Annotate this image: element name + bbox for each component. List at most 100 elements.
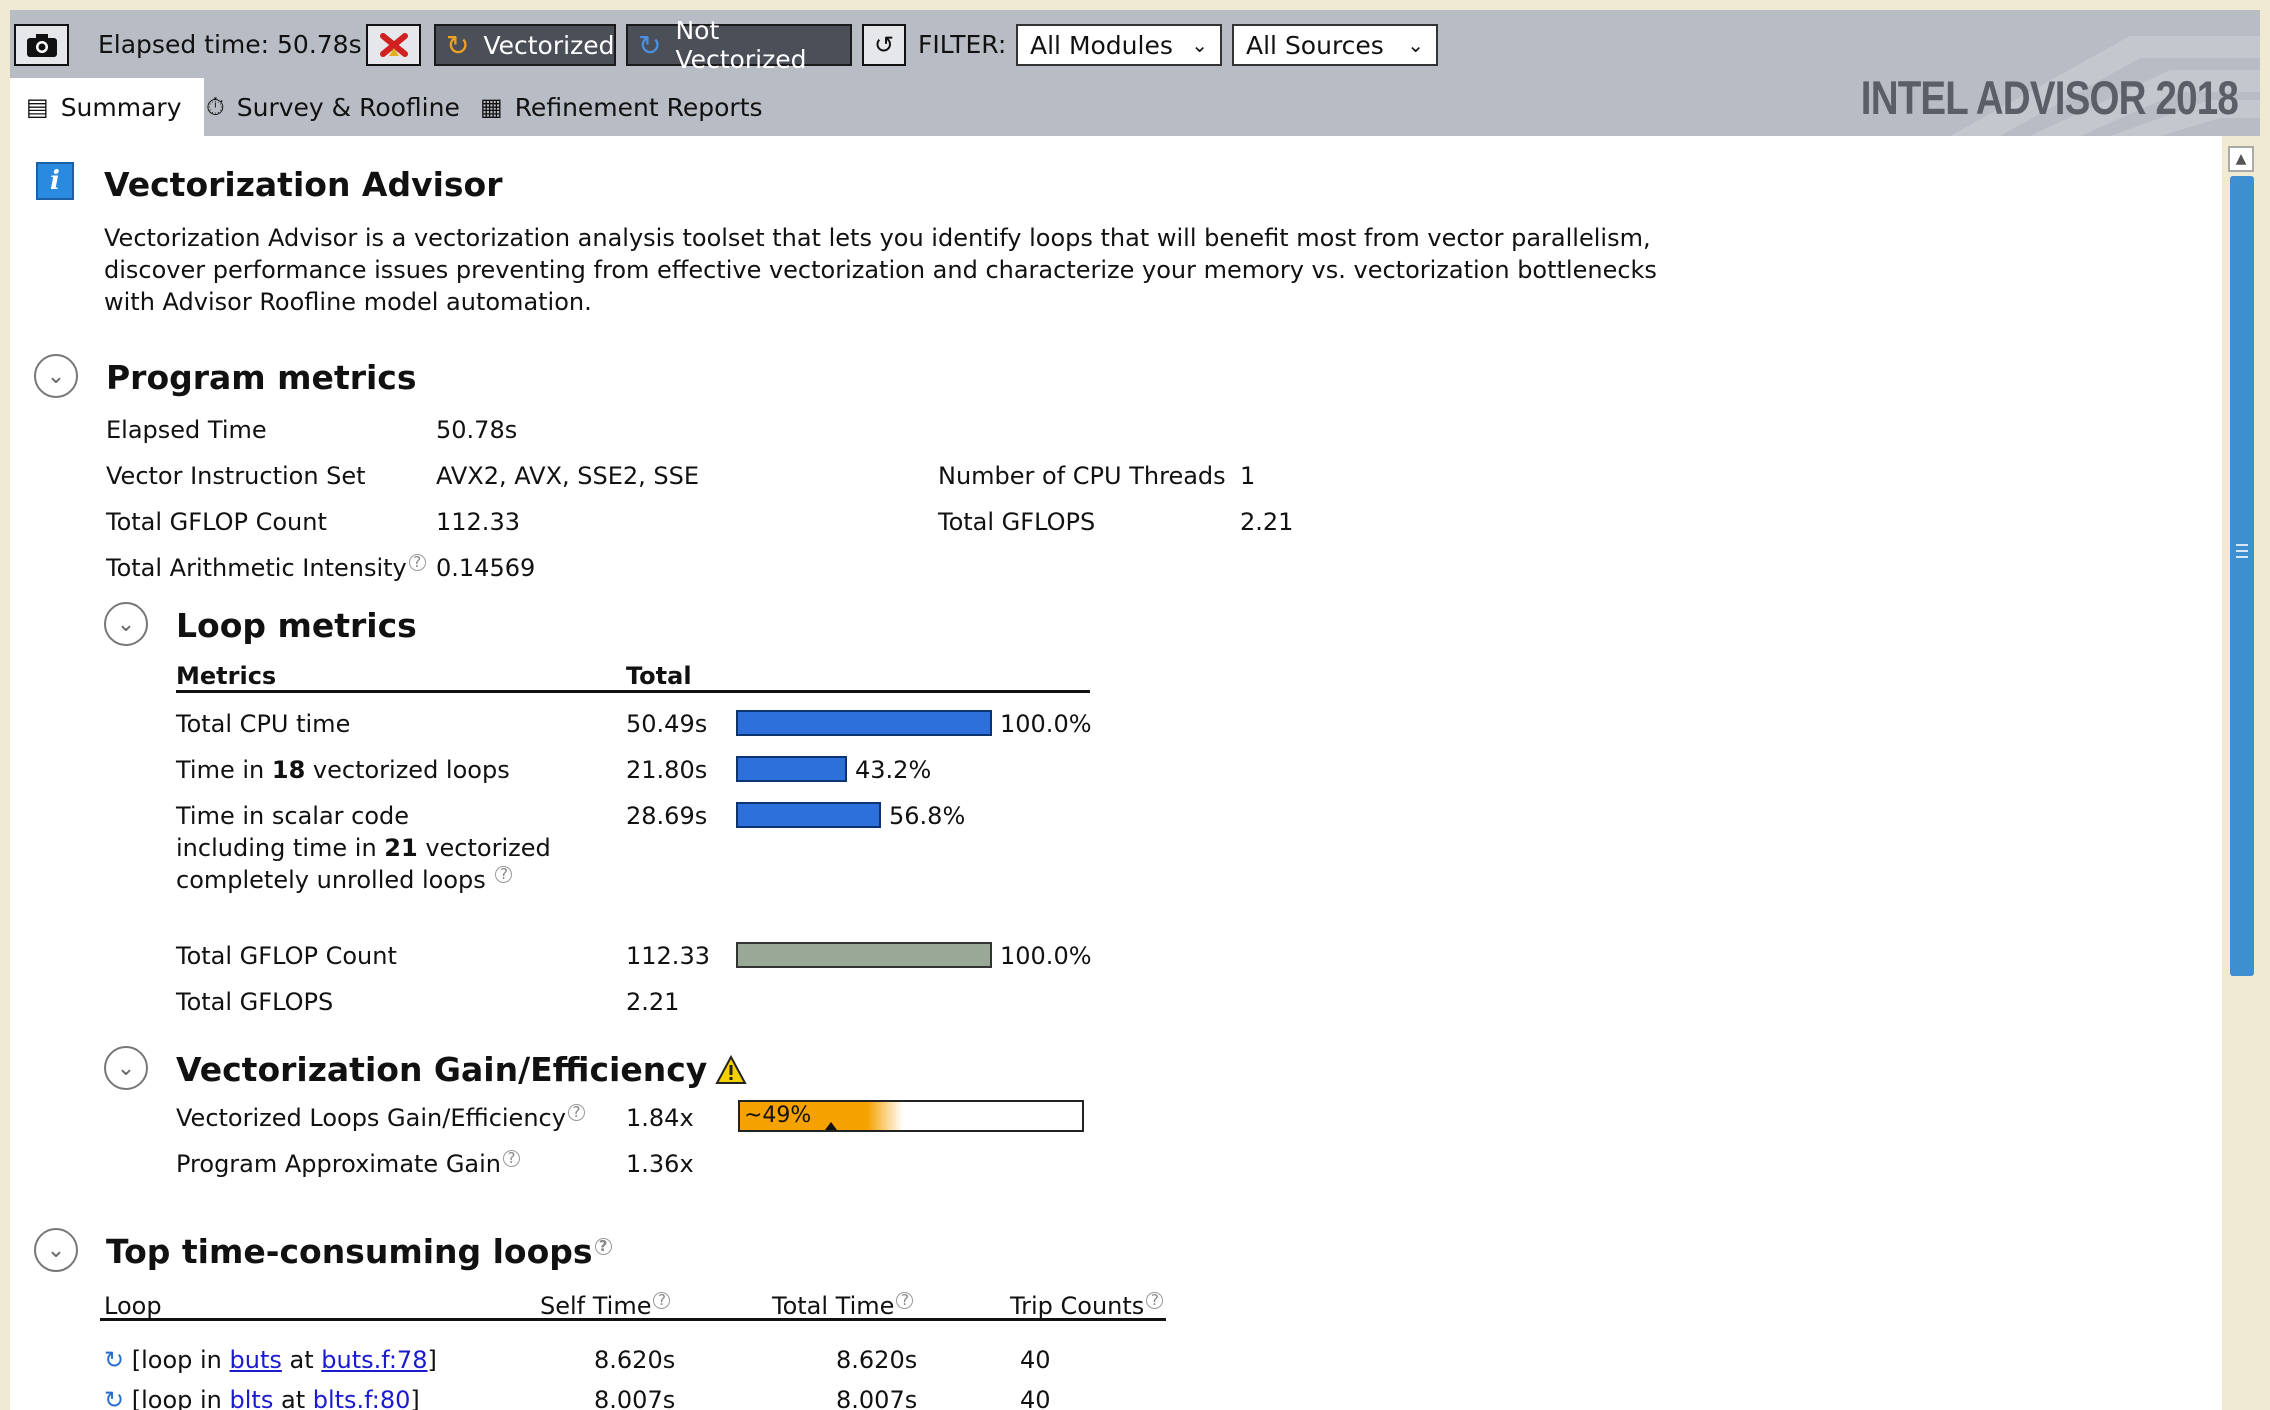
scroll-up-button[interactable]: ▲ [2228, 146, 2254, 172]
modules-select[interactable]: All Modules ⌄ [1016, 24, 1222, 66]
chevron-down-icon: ⌄ [116, 1055, 136, 1081]
self-time-cell: 8.007s [594, 1386, 676, 1410]
trip-count-cell: 40 [1020, 1386, 1051, 1410]
metrics-column-header: Metrics [176, 662, 277, 690]
vertical-scrollbar[interactable]: ▲ [2222, 136, 2260, 1410]
chevron-down-icon: ⌄ [46, 363, 66, 389]
intro-line-1: Vectorization Advisor is a vectorization… [104, 224, 1651, 252]
help-icon[interactable]: ? [503, 1150, 521, 1167]
source-file-link[interactable]: blts.f:80 [313, 1386, 411, 1410]
vectorized-loops-suffix: vectorized loops [305, 756, 510, 784]
help-icon[interactable]: ? [653, 1292, 671, 1309]
summary-icon: ▤ [26, 93, 49, 121]
tab-survey-label: Survey & Roofline [236, 92, 460, 122]
clear-filter-button[interactable] [366, 24, 421, 66]
page-title: Vectorization Advisor [104, 165, 503, 204]
chevron-down-icon: ⌄ [46, 1237, 66, 1263]
cpu-threads-value: 1 [1240, 462, 1256, 490]
scalar-unrolled-count: 21 [384, 834, 418, 862]
chevron-down-icon: ⌄ [1407, 33, 1424, 57]
vectorized-loop-icon: ↻ [446, 28, 470, 62]
approx-gain-label: Program Approximate Gain [176, 1150, 502, 1178]
scalar-line-2-suffix: vectorized [417, 834, 551, 862]
survey-icon: ⏱ [206, 93, 225, 121]
help-icon[interactable]: ? [567, 1104, 585, 1121]
help-icon[interactable]: ? [896, 1292, 914, 1309]
loop-gflops-label: Total GFLOPS [176, 988, 334, 1016]
trip-counts-header-label: Trip Counts [1010, 1292, 1145, 1320]
loop-filter-icon: ↺ [873, 31, 895, 59]
source-file-link[interactable]: buts.f:78 [321, 1346, 427, 1374]
trip-count-cell: 40 [1020, 1346, 1051, 1374]
self-time-cell: 8.620s [594, 1346, 676, 1374]
info-icon: i [36, 162, 74, 200]
loop-at: at [273, 1386, 313, 1410]
help-icon[interactable]: ? [495, 866, 513, 883]
arithmetic-intensity-value: 0.14569 [436, 554, 536, 582]
tab-summary-label: Summary [60, 92, 182, 122]
approx-gain-value: 1.36x [626, 1150, 694, 1178]
snapshot-button[interactable] [14, 24, 69, 66]
scalar-line-3-text: completely unrolled loops [176, 866, 486, 894]
sources-select-value: All Sources [1246, 30, 1384, 60]
vectorized-gain-value: 1.84x [626, 1104, 694, 1132]
scalar-line-2: including time in 21 vectorized [176, 832, 551, 864]
warning-icon [715, 1054, 747, 1084]
vector-instruction-set-value: AVX2, AVX, SSE2, SSE [436, 462, 700, 490]
tab-refinement-reports[interactable]: ▦ Refinement Reports [480, 78, 763, 136]
chevron-down-icon: ⌄ [1191, 33, 1208, 57]
arithmetic-intensity-label: Total Arithmetic Intensity [106, 554, 407, 582]
approx-gain-row: Program Approximate Gain? [176, 1148, 521, 1180]
scalar-line-2-prefix: including time in [176, 834, 385, 862]
loop-metrics-collapse-button[interactable]: ⌄ [104, 602, 148, 646]
program-metrics-title: Program metrics [106, 358, 417, 397]
gflop-count-percent: 100.0% [1000, 942, 1092, 970]
total-time-cell: 8.620s [836, 1346, 918, 1374]
top-loops-title-row: Top time-consuming loops? [106, 1232, 612, 1271]
app-window: INTEL ADVISOR 2018 Elapsed time: 50.78s … [10, 10, 2260, 1410]
scalar-line-1: Time in scalar code [176, 802, 410, 830]
scroll-thumb[interactable] [2230, 176, 2254, 976]
toolbar: INTEL ADVISOR 2018 Elapsed time: 50.78s … [10, 10, 2260, 136]
tab-summary[interactable]: ▤ Summary [10, 78, 204, 136]
refinement-icon: ▦ [480, 93, 503, 121]
gflop-count-bar [736, 942, 992, 968]
vectorized-filter-button[interactable]: ↻ Vectorized [434, 24, 616, 66]
scalar-code-percent: 56.8% [889, 802, 966, 830]
loop-suffix: ] [427, 1346, 437, 1374]
tab-refinement-label: Refinement Reports [514, 92, 763, 122]
header-divider [176, 690, 1090, 693]
loops-header-divider [100, 1318, 1166, 1321]
loop-filter-button[interactable]: ↺ [862, 24, 906, 66]
tab-survey-roofline[interactable]: ⏱ Survey & Roofline [206, 78, 460, 136]
help-icon[interactable]: ? [408, 554, 426, 571]
filter-label: FILTER: [918, 30, 1007, 59]
loop-gflop-count-label: Total GFLOP Count [176, 942, 397, 970]
vectorized-loops-count: 18 [271, 756, 306, 784]
function-link[interactable]: buts [230, 1346, 282, 1374]
help-icon[interactable]: ? [1146, 1292, 1164, 1309]
total-column-header: Total [626, 662, 692, 690]
function-link[interactable]: blts [230, 1386, 274, 1410]
vectorized-loops-bar [736, 756, 847, 782]
sources-select[interactable]: All Sources ⌄ [1232, 24, 1438, 66]
camera-icon [26, 34, 57, 57]
elapsed-time-label: Elapsed Time [106, 416, 267, 444]
table-row[interactable]: ↻ [loop in blts at blts.f:80] [104, 1384, 420, 1410]
table-row[interactable]: ↻ [loop in buts at buts.f:78] [104, 1344, 437, 1376]
brand-title: INTEL ADVISOR 2018 [1860, 71, 2239, 124]
scalar-code-value: 28.69s [626, 802, 708, 830]
cpu-time-value: 50.49s [626, 710, 708, 738]
not-vectorized-filter-button[interactable]: ↻ Not Vectorized [626, 16, 852, 74]
cpu-time-label: Total CPU time [176, 710, 351, 738]
loop-metrics-title: Loop metrics [176, 606, 417, 645]
vectorized-loops-value: 21.80s [626, 756, 708, 784]
efficiency-label: ~49% [744, 1103, 812, 1128]
total-gflops-value: 2.21 [1240, 508, 1294, 536]
gain-collapse-button[interactable]: ⌄ [104, 1046, 148, 1090]
top-loops-collapse-button[interactable]: ⌄ [34, 1228, 78, 1272]
help-icon[interactable]: ? [594, 1238, 612, 1255]
program-metrics-collapse-button[interactable]: ⌄ [34, 354, 78, 398]
scalar-code-bar [736, 802, 881, 828]
cpu-threads-label: Number of CPU Threads [938, 462, 1226, 490]
